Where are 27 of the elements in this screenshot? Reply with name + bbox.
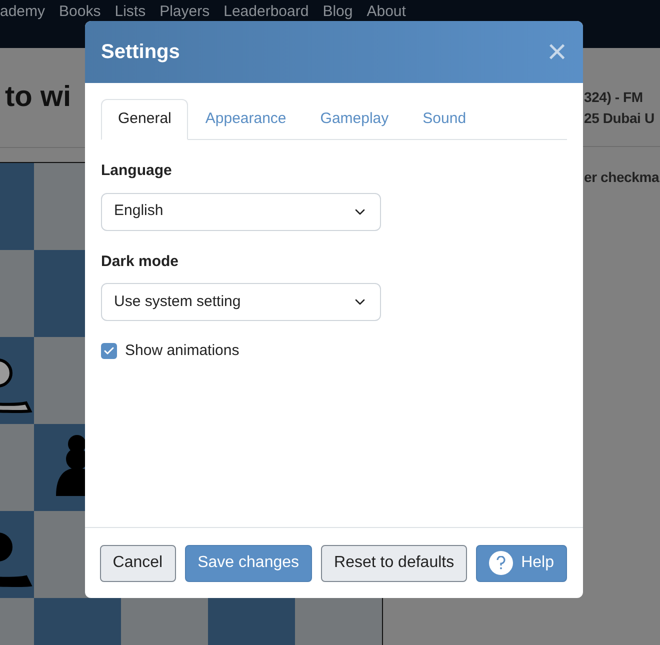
help-button[interactable]: Help	[476, 544, 567, 582]
field-label: Dark mode	[101, 252, 180, 272]
dialog-button[interactable]: Reset to defaults	[321, 544, 468, 582]
tab[interactable]: Sound	[406, 99, 484, 139]
select-field[interactable]: Use system setting	[101, 283, 381, 321]
game-info-text: 25 Dubai U	[584, 109, 656, 128]
nav-link[interactable]: Leaderboard	[224, 3, 309, 20]
dialog-title: Settings	[101, 40, 180, 65]
dialog-button[interactable]: Cancel	[100, 544, 176, 582]
page-heading: to wi	[4, 80, 72, 115]
tab[interactable]: Gameplay	[303, 99, 406, 139]
nav-link[interactable]: Books	[59, 3, 101, 20]
dialog-button[interactable]: Save changes	[184, 544, 312, 582]
tab[interactable]: Appearance	[188, 99, 304, 139]
field-label: Language	[101, 161, 173, 181]
caption-text: er checkma	[584, 168, 660, 187]
checkbox-label: Show animations	[125, 341, 240, 361]
checkbox[interactable]	[101, 343, 117, 360]
nav-link[interactable]: Blog	[322, 3, 353, 20]
tab[interactable]: General	[101, 99, 188, 140]
nav-link[interactable]: About	[366, 3, 406, 20]
nav-link[interactable]: ademy	[0, 3, 46, 20]
nav-link[interactable]: Players	[160, 3, 210, 20]
question-icon	[489, 551, 514, 575]
select-field[interactable]: English	[101, 192, 381, 230]
game-info-text: 324) - FM	[584, 88, 644, 107]
nav-link[interactable]: Lists	[114, 3, 146, 20]
